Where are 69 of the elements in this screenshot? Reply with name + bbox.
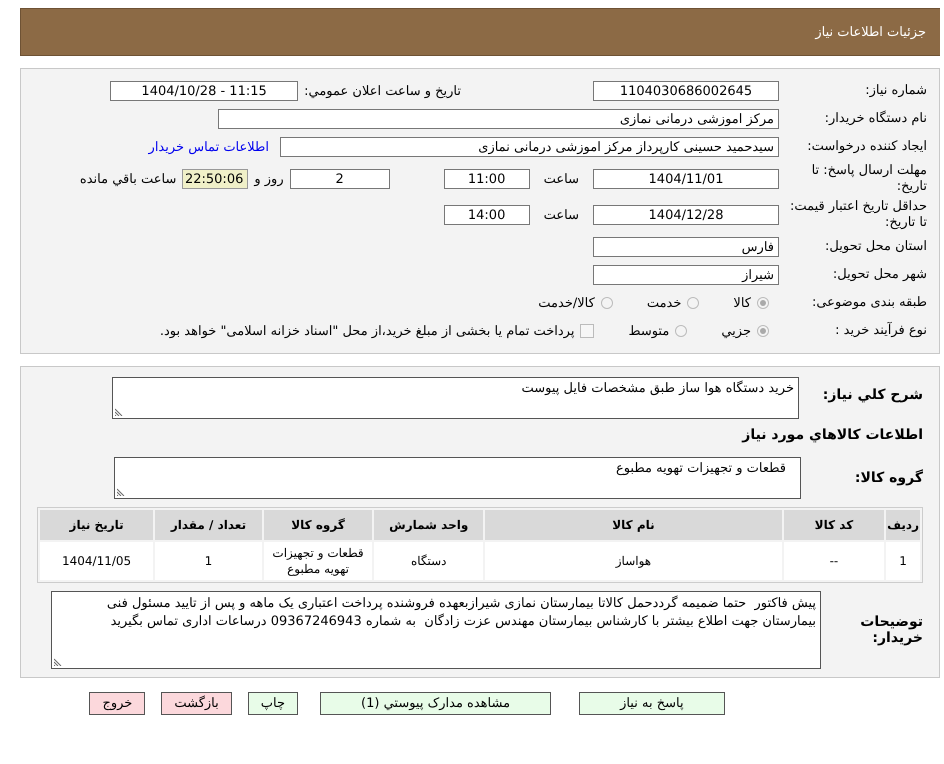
table-cell: قطعات و تجهیزات تهویه مطبوع [264, 542, 372, 580]
radio-button[interactable] [687, 297, 700, 309]
radio-button[interactable] [600, 297, 613, 309]
field-label: شهر محل تحويل: [832, 267, 927, 283]
section-heading: اطلاعات کالاهاي مورد نياز [740, 427, 923, 443]
radio-button[interactable] [675, 325, 688, 337]
field-value: مرکز اموزشی درمانی نمازی [218, 109, 779, 129]
summary-text: خرید دستگاه هوا ساز طبق مشخصات فایل پیوست [521, 381, 794, 396]
option-label: خدمت [646, 296, 682, 310]
field-label: ايجاد کننده درخواست: [806, 139, 927, 155]
column-header: نام کالا [485, 510, 782, 540]
table-cell: 1404/11/05 [40, 542, 154, 580]
action-button[interactable]: بازگشت [161, 692, 232, 715]
resize-grip-icon[interactable] [115, 408, 123, 416]
column-header: تاريخ نياز [40, 510, 154, 540]
column-header: کد کالا [784, 510, 884, 540]
table-cell: 1 [155, 542, 262, 580]
column-header: گروه کالا [264, 510, 372, 540]
field-value: 22:50:06 [182, 169, 248, 189]
field-label: تاریخ و ساعت اعلان عمومي: [304, 84, 461, 98]
action-button[interactable]: خروج [89, 692, 146, 715]
radio-button[interactable] [757, 325, 769, 337]
column-header: رديف [886, 510, 920, 540]
option-label: جزيي [721, 324, 751, 338]
field-label: توضيحات خريدار: [859, 614, 923, 646]
field-value: سیدحمید حسینی کارپرداز مرکز اموزشی درمانی نمازی [280, 137, 779, 157]
action-button[interactable]: چاپ [248, 692, 298, 715]
action-button[interactable]: پاسخ به نياز [579, 692, 725, 715]
column-header: واحد شمارش [374, 510, 484, 540]
field-value: 2 [290, 169, 390, 189]
field-label: روز و [254, 172, 284, 186]
payment-note: پرداخت تمام يا بخشی از مبلغ خريد،از محل "اسناد خزانه اسلامی" خواهد بود. [160, 324, 574, 338]
field-value: فارس [593, 237, 779, 257]
field-label: استان محل تحويل: [824, 239, 927, 255]
table-cell: -- [784, 542, 884, 580]
field-label: طبقه بندی موضوعی: [810, 295, 927, 311]
field-value: 1404/10/28 - 11:15 [110, 81, 298, 101]
field-label: نام دستگاه خريدار: [824, 111, 927, 127]
field-label: گروه کالا: [854, 470, 923, 486]
table-cell: هواساز [485, 542, 782, 580]
goods-group-text: قطعات و تجهیزات تهویه مطبوع [616, 461, 786, 476]
resize-grip-icon[interactable] [117, 488, 125, 496]
table-cell: دستگاه [374, 542, 484, 580]
option-label: کالا/خدمت [538, 296, 595, 310]
option-label: کالا [733, 296, 751, 310]
field-value: 1404/12/28 [593, 205, 779, 225]
field-label: حداقل تاريخ اعتبار قيمت: تا تاريخ: [788, 199, 927, 231]
column-header: تعداد / مقدار [155, 510, 262, 540]
action-button[interactable]: مشاهده مدارک پيوستي (1) [320, 692, 552, 715]
field-value: 11:00 [444, 169, 530, 189]
field-value: 14:00 [444, 205, 530, 225]
field-label: ساعت [544, 208, 579, 222]
field-label: شرح کلي نياز: [822, 387, 923, 403]
radio-button[interactable] [757, 297, 769, 309]
field-value: 1404/11/01 [593, 169, 779, 189]
field-label: شماره نیاز: [864, 83, 927, 99]
field-label: مهلت ارسال پاسخ: تا تاريخ: [810, 163, 927, 195]
resize-grip-icon[interactable] [54, 658, 62, 666]
field-label: ساعت باقي مانده [80, 172, 176, 186]
field-label: نوع فرآيند خريد : [834, 323, 927, 339]
table-cell: 1 [886, 542, 920, 580]
option-label: متوسط [628, 324, 670, 338]
field-label: ساعت [544, 172, 579, 186]
field-value: 1104030686002645 [593, 81, 779, 101]
checkbox[interactable] [580, 324, 594, 338]
page-title: جزئیات اطلاعات نیاز [815, 24, 926, 40]
notes-text: پیش فاکتور حتما ضمیمه گرددحمل کالاتا بیمارستان نمازی شیرازبعهده فروشنده پرداخت اعتباری یک ماهه و پس از تایید مسئول فنی بیمارستان جهت اطلاع بیشتر با کارشناس بیمارستان مهندس عزت زادگان به شماره 09367246943 درساعات اداری تماس بگیرید [106, 596, 816, 629]
contact-link[interactable]: اطلاعات تماس خريدار [148, 140, 269, 154]
field-value: شیراز [593, 265, 779, 285]
